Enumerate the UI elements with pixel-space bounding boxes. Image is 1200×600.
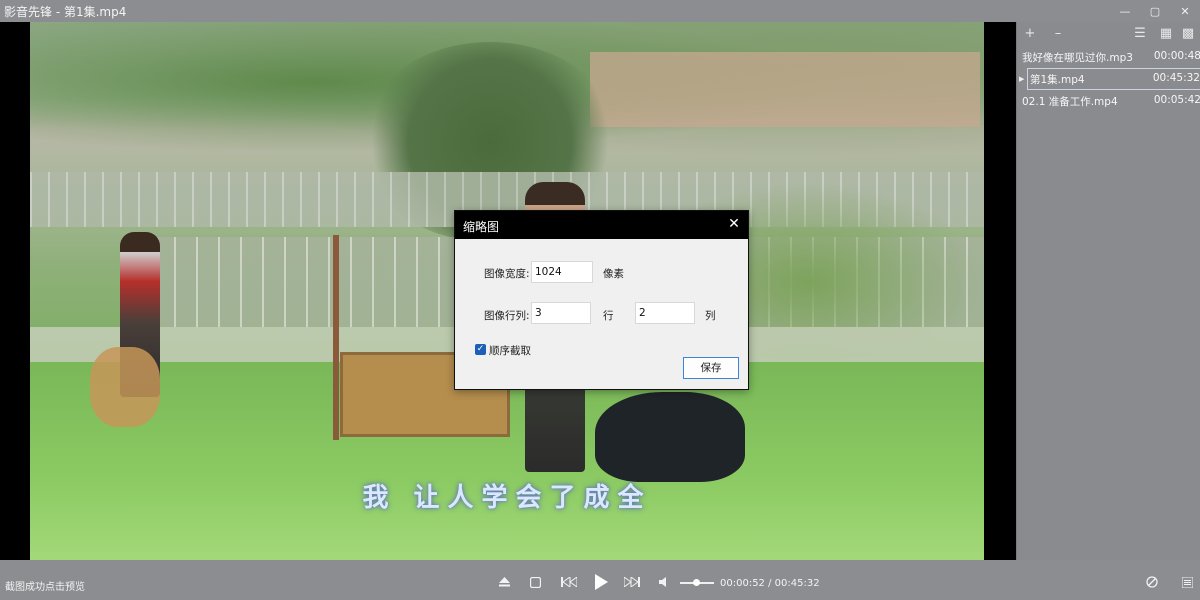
time-separator: / [764, 578, 775, 589]
playlist-item[interactable]: 02.1 准备工作.mp4 00:05:42 [1017, 90, 1200, 112]
previous-icon[interactable] [560, 572, 578, 592]
grid-icon[interactable]: ▩ [1179, 25, 1197, 43]
no-screen-icon[interactable] [1144, 572, 1160, 592]
playlist-panel: + – ☰ ▦ ▩ 我好像在哪见过你.mp3 00:00:48 ▶ 第1集.mp… [1016, 22, 1200, 560]
playlist-items: 我好像在哪见过你.mp3 00:00:48 ▶ 第1集.mp4 00:45:32… [1017, 46, 1200, 112]
volume-icon[interactable] [658, 572, 670, 592]
playlist-icon[interactable]: ▦ [1157, 25, 1175, 43]
playlist-item[interactable]: 我好像在哪见过你.mp3 00:00:48 [1017, 46, 1200, 68]
width-label: 图像宽度: [484, 268, 530, 280]
dialog-title-bar: 缩略图 ✕ [455, 211, 748, 239]
thumbnail-dialog: 缩略图 ✕ 图像宽度: 像素 图像行列: 行 列 ✓ 顺序截取 保存 [454, 210, 749, 390]
now-playing-icon: ▶ [1019, 75, 1025, 83]
volume-handle[interactable] [693, 579, 700, 586]
window-controls: — ▢ ✕ [1110, 0, 1200, 22]
time-display: 00:00:52 / 00:45:32 [720, 578, 820, 589]
width-unit: 像素 [603, 268, 624, 280]
close-icon[interactable]: ✕ [1170, 0, 1200, 22]
playlist-toolbar: + – ☰ ▦ ▩ [1017, 22, 1200, 46]
next-icon[interactable] [623, 572, 641, 592]
maximize-icon[interactable]: ▢ [1140, 0, 1170, 22]
rows-unit: 行 [603, 310, 614, 322]
cols-unit: 列 [705, 310, 716, 322]
play-icon[interactable] [592, 572, 610, 592]
playlist-item-name: 02.1 准备工作.mp4 [1022, 96, 1118, 108]
current-time: 00:00:52 [720, 578, 765, 589]
control-bar: 截图成功点击预览 00:00:52 / 00:45:32 [0, 560, 1200, 600]
status-text[interactable]: 截图成功点击预览 [5, 578, 85, 593]
add-icon[interactable]: + [1021, 25, 1039, 43]
player-window: 影音先锋 - 第1集.mp4 — ▢ ✕ 我 让人学会了成全 + – ☰ ▦ ▩… [0, 0, 1200, 600]
playlist-item-duration: 00:45:32 [1152, 72, 1200, 84]
playlist-item-duration: 00:05:42 [1153, 94, 1200, 106]
stop-icon[interactable] [528, 572, 542, 592]
sequential-checkbox[interactable]: ✓ [475, 344, 486, 355]
save-button[interactable]: 保存 [683, 357, 739, 379]
menu-icon[interactable] [1180, 572, 1194, 592]
dialog-title: 缩略图 [463, 220, 500, 234]
playlist-item-name: 我好像在哪见过你.mp3 [1022, 52, 1133, 64]
title-bar: 影音先锋 - 第1集.mp4 — ▢ ✕ [0, 0, 1200, 22]
rows-input[interactable] [531, 302, 591, 324]
video-subtitle: 我 让人学会了成全 [362, 483, 652, 513]
playlist-item-active[interactable]: ▶ 第1集.mp4 00:45:32 [1019, 68, 1200, 90]
minimize-icon[interactable]: — [1110, 0, 1140, 22]
sequential-label[interactable]: 顺序截取 [489, 343, 531, 358]
list-icon[interactable]: ☰ [1131, 25, 1149, 43]
width-input[interactable] [531, 261, 593, 283]
cols-input[interactable] [635, 302, 695, 324]
eject-icon[interactable] [497, 572, 511, 592]
remove-icon[interactable]: – [1049, 25, 1067, 43]
grid-label: 图像行列: [484, 310, 530, 322]
playlist-item-name: 第1集.mp4 [1030, 74, 1085, 86]
total-time: 00:45:32 [774, 578, 820, 589]
close-icon[interactable]: ✕ [726, 216, 742, 232]
playlist-item-duration: 00:00:48 [1153, 50, 1200, 62]
window-title: 影音先锋 - 第1集.mp4 [4, 5, 127, 19]
